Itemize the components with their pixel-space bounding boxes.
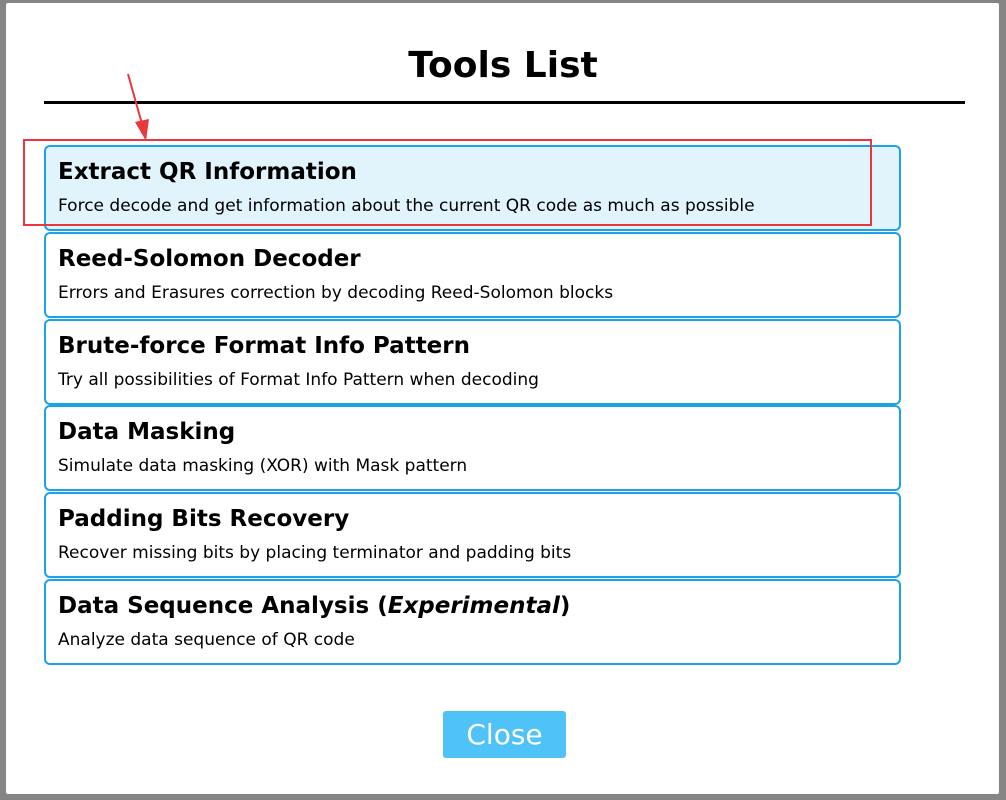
- tool-name: Extract QR Information: [58, 159, 357, 185]
- dialog-title: Tools List: [408, 45, 598, 86]
- tool-description: Errors and Erasures correction by decodi…: [58, 283, 614, 303]
- tool-name-text: Data Sequence Analysis (: [58, 593, 388, 619]
- tool-description: Analyze data sequence of QR code: [58, 630, 355, 650]
- tool-reed-solomon-decoder[interactable]: Reed-Solomon Decoder Errors and Erasures…: [44, 232, 901, 318]
- tool-description: Recover missing bits by placing terminat…: [58, 543, 572, 563]
- tool-data-masking[interactable]: Data Masking Simulate data masking (XOR)…: [44, 405, 901, 491]
- tool-name: Data Sequence Analysis (Experimental): [58, 591, 570, 621]
- experimental-label: Experimental: [387, 593, 560, 619]
- tool-name: Data Masking: [58, 419, 236, 445]
- tools-dialog: Tools List Extract QR Information Force …: [6, 3, 999, 794]
- tool-name: Padding Bits Recovery: [58, 506, 350, 532]
- tool-description: Try all possibilities of Format Info Pat…: [58, 370, 539, 390]
- title-divider: [44, 101, 965, 104]
- tool-description: Simulate data masking (XOR) with Mask pa…: [58, 456, 468, 476]
- tool-name-suffix: ): [559, 593, 571, 619]
- tool-name: Brute-force Format Info Pattern: [58, 333, 471, 359]
- tool-name: Reed-Solomon Decoder: [58, 246, 361, 272]
- close-button[interactable]: Close: [443, 711, 566, 758]
- tool-extract-qr-information[interactable]: Extract QR Information Force decode and …: [44, 145, 901, 231]
- tool-brute-force-format-info[interactable]: Brute-force Format Info Pattern Try all …: [44, 319, 901, 405]
- tool-padding-bits-recovery[interactable]: Padding Bits Recovery Recover missing bi…: [44, 492, 901, 578]
- tool-description: Force decode and get information about t…: [58, 196, 755, 216]
- tool-data-sequence-analysis[interactable]: Data Sequence Analysis (Experimental) An…: [44, 579, 901, 665]
